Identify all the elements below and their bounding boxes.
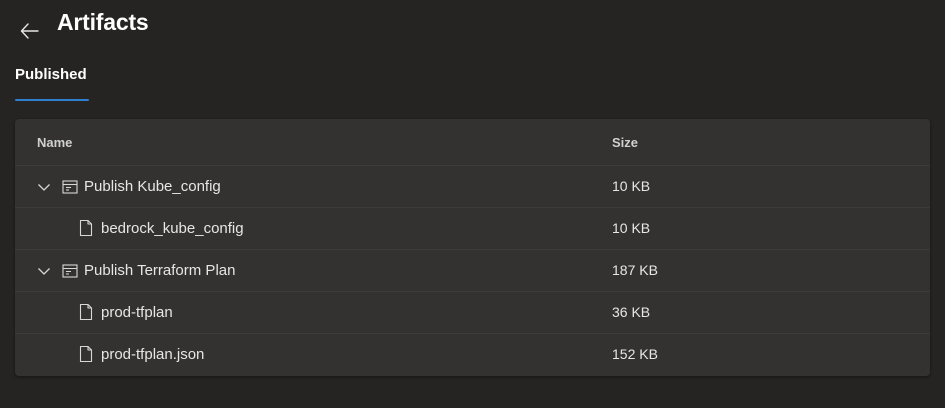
chevron-down-icon[interactable]: [36, 263, 52, 279]
artifact-size: 10 KB: [612, 178, 651, 194]
table-row-artifact[interactable]: Publish Terraform Plan 187 KB: [15, 250, 930, 292]
artifact-name[interactable]: Publish Terraform Plan: [84, 262, 235, 279]
table-row-artifact[interactable]: Publish Kube_config 10 KB: [15, 166, 930, 208]
file-icon: [78, 303, 94, 321]
file-size: 36 KB: [612, 304, 651, 320]
column-header-name[interactable]: Name: [37, 135, 72, 150]
column-header-size[interactable]: Size: [612, 135, 638, 150]
artifact-icon: [61, 178, 79, 196]
file-size: 152 KB: [612, 346, 658, 362]
artifact-icon: [61, 262, 79, 280]
chevron-down-icon[interactable]: [36, 179, 52, 195]
artifact-size: 187 KB: [612, 262, 658, 278]
tab-active-indicator: [15, 99, 89, 101]
file-name[interactable]: prod-tfplan: [101, 304, 173, 321]
file-icon: [78, 219, 94, 237]
back-arrow-icon[interactable]: [18, 19, 42, 43]
artifact-name[interactable]: Publish Kube_config: [84, 178, 221, 195]
file-size: 10 KB: [612, 220, 651, 236]
file-name[interactable]: bedrock_kube_config: [101, 220, 244, 237]
table-row-file[interactable]: prod-tfplan 36 KB: [15, 292, 930, 334]
table-row-file[interactable]: bedrock_kube_config 10 KB: [15, 208, 930, 250]
table-header: Name Size: [15, 119, 930, 166]
file-name[interactable]: prod-tfplan.json: [101, 346, 204, 363]
file-icon: [78, 345, 94, 363]
table-row-file[interactable]: prod-tfplan.json 152 KB: [15, 334, 930, 375]
page-title: Artifacts: [57, 9, 149, 35]
tab-published[interactable]: Published: [15, 66, 87, 83]
artifacts-table: Name Size Publish Kube_config 10 KB bedr…: [15, 119, 930, 376]
